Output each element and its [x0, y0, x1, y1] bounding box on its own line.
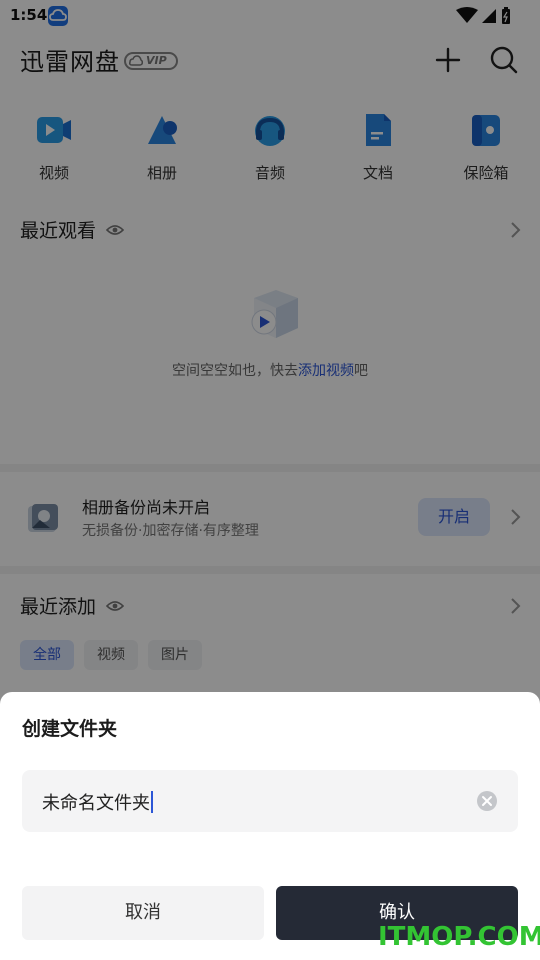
text-cursor	[151, 791, 153, 813]
dialog-title: 创建文件夹	[22, 718, 118, 740]
clear-input-icon[interactable]	[476, 790, 498, 812]
watermark: ITMOP.COM	[378, 922, 540, 952]
folder-name-text: 未命名文件夹	[42, 793, 150, 814]
create-folder-dialog: 创建文件夹 未命名文件夹 取消 确认	[0, 692, 540, 960]
folder-name-value[interactable]: 未命名文件夹	[42, 789, 153, 815]
folder-name-input[interactable]: 未命名文件夹	[22, 770, 518, 832]
cancel-button[interactable]: 取消	[22, 886, 264, 940]
